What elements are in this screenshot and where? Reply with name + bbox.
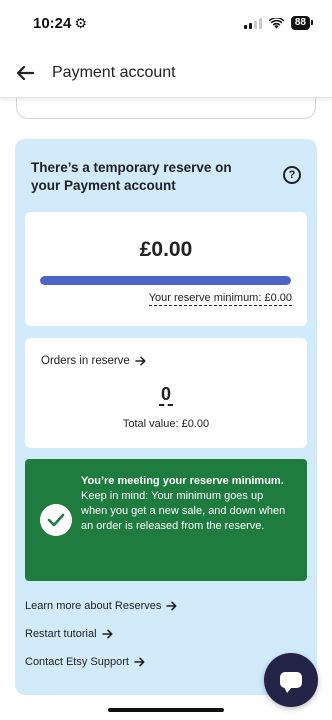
reserve-status-banner: You’re meeting your reserve minimum. Kee… <box>25 459 307 581</box>
chat-bubble-icon <box>280 672 302 693</box>
status-time-text: 10:24 <box>33 15 72 32</box>
help-button[interactable]: ? <box>283 166 301 184</box>
wifi-icon <box>268 17 284 29</box>
chat-button[interactable] <box>264 653 318 707</box>
back-button[interactable] <box>10 58 40 88</box>
checkmark-icon <box>40 504 72 536</box>
reserve-amount-card: £0.00 Your reserve minimum: £0.00 <box>25 212 307 326</box>
orders-count-value: 0 <box>158 384 173 406</box>
reserve-status-detail: Keep in mind: Your minimum goes up when … <box>81 490 286 532</box>
page-title: Payment account <box>52 63 176 81</box>
home-indicator[interactable] <box>108 708 224 712</box>
question-mark-icon: ? <box>288 169 296 181</box>
status-indicators: 88 <box>243 16 314 30</box>
orders-in-reserve-card: Orders in reserve 0 Total value: £0.00 <box>25 338 307 448</box>
orders-count: 0 <box>25 384 307 406</box>
restart-tutorial-label: Restart tutorial <box>25 628 97 640</box>
orders-in-reserve-link[interactable]: Orders in reserve <box>41 355 146 367</box>
reserve-status-text: You’re meeting your reserve minimum. Kee… <box>81 474 291 534</box>
cellular-signal-icon <box>243 17 262 29</box>
status-time: 10:24 ⚙ <box>33 15 87 32</box>
settings-gear-icon: ⚙ <box>74 15 87 31</box>
contact-support-link[interactable]: Contact Etsy Support <box>25 656 145 668</box>
reserve-progress-fill <box>40 276 291 285</box>
arrow-right-icon <box>135 356 146 366</box>
reserve-panel: There’s a temporary reserve on your Paym… <box>15 139 317 695</box>
orders-in-reserve-label: Orders in reserve <box>41 355 130 367</box>
reserve-minimum-link[interactable]: Your reserve minimum: £0.00 <box>148 292 292 306</box>
arrow-left-icon <box>16 65 34 80</box>
learn-more-label: Learn more about Reserves <box>25 600 162 612</box>
battery-icon: 88 <box>290 16 314 30</box>
reserve-title: There’s a temporary reserve on your Paym… <box>31 160 232 193</box>
orders-total-value: Total value: £0.00 <box>122 418 210 430</box>
reserve-amount: £0.00 <box>139 238 193 261</box>
contact-support-label: Contact Etsy Support <box>25 656 129 668</box>
reserve-progress-bar <box>40 276 291 285</box>
restart-tutorial-link[interactable]: Restart tutorial <box>25 628 113 640</box>
arrow-right-icon <box>166 601 177 611</box>
app-header: Payment account <box>0 48 332 98</box>
reserve-status-bold: You’re meeting your reserve minimum. <box>81 475 284 487</box>
arrow-right-icon <box>134 657 145 667</box>
status-bar: 10:24 ⚙ 88 <box>0 0 332 46</box>
learn-more-reserves-link[interactable]: Learn more about Reserves <box>25 600 177 612</box>
arrow-right-icon <box>101 629 113 639</box>
